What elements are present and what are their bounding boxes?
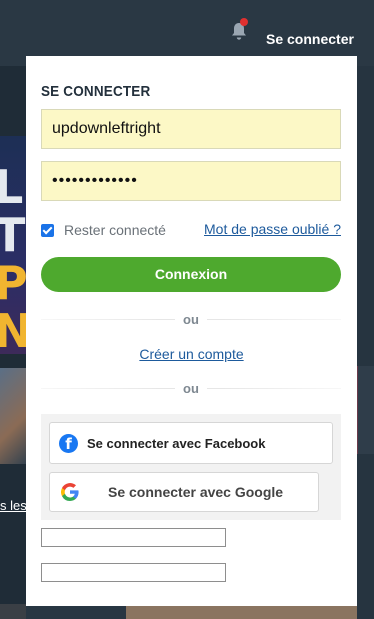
forgot-password-link[interactable]: Mot de passe oublié ? (204, 221, 341, 237)
remember-me-label[interactable]: Rester connecté (64, 222, 166, 238)
banner-text: PR (0, 256, 26, 310)
facebook-login-label: Se connecter avec Facebook (87, 435, 266, 451)
facebook-login-button[interactable]: f Se connecter avec Facebook (49, 422, 333, 464)
password-field[interactable]: ••••••••••••• (41, 161, 341, 201)
login-popup: SE CONNECTER updownleftright •••••••••••… (26, 56, 357, 606)
google-login-button[interactable]: Se connecter avec Google (49, 472, 319, 512)
separator: ou (41, 312, 341, 328)
banner-text: NO (0, 304, 26, 354)
empty-input-box[interactable] (41, 528, 226, 547)
background-promo-banner: LE TO PR NO (0, 136, 26, 354)
background-video-thumbnail[interactable] (0, 368, 26, 464)
background-link[interactable]: s les (0, 498, 27, 513)
facebook-icon: f (59, 433, 78, 453)
banner-text: LE (0, 160, 26, 214)
empty-input-box[interactable] (41, 563, 226, 582)
social-login-panel: f Se connecter avec Facebook Se connecte… (41, 414, 341, 520)
separator-label: ou (175, 381, 207, 396)
notification-dot (240, 18, 248, 26)
popup-title: SE CONNECTER (41, 83, 151, 100)
background-right-card (357, 366, 374, 454)
remember-me-checkbox[interactable] (41, 223, 54, 237)
separator-label: ou (175, 312, 207, 327)
separator: ou (41, 381, 341, 397)
bell-icon[interactable] (228, 18, 250, 42)
background-bottom-image (0, 604, 26, 619)
login-button[interactable]: Connexion (41, 257, 341, 292)
background-bottom-image (126, 604, 357, 619)
username-field[interactable]: updownleftright (41, 109, 341, 149)
banner-text: TO (0, 208, 26, 262)
remember-me-option[interactable]: Rester connecté (41, 222, 166, 238)
signin-link[interactable]: Se connecter (266, 31, 354, 47)
create-account-row: Créer un compte (26, 346, 357, 364)
google-login-label: Se connecter avec Google (108, 484, 284, 500)
google-icon (61, 483, 79, 501)
create-account-link[interactable]: Créer un compte (139, 346, 243, 362)
background-right-column (357, 66, 374, 619)
